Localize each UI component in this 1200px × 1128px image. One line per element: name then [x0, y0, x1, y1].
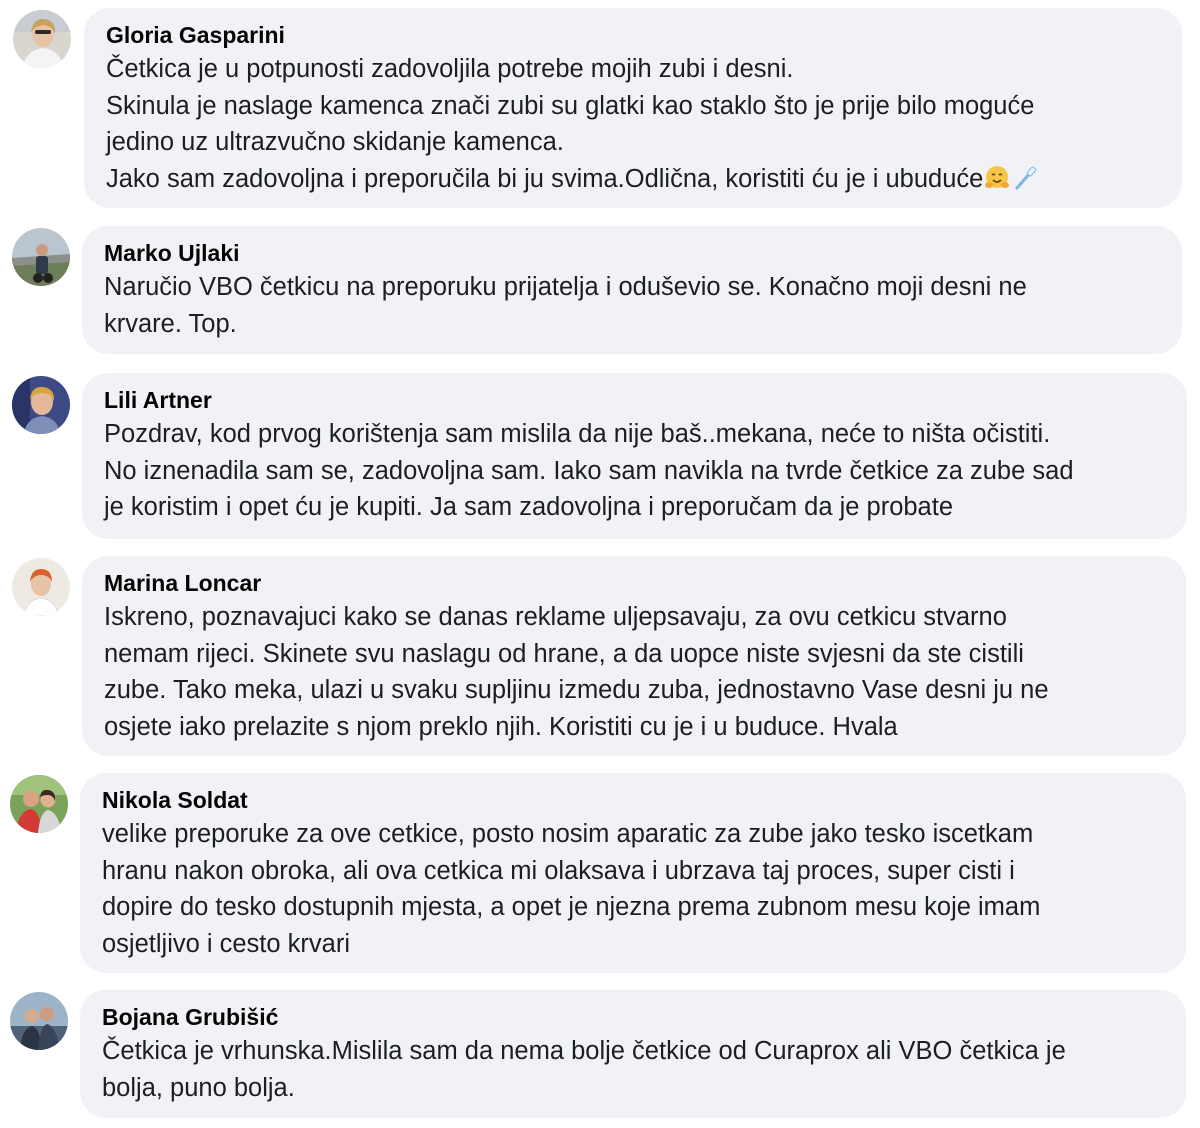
comment-text: Pozdrav, kod prvog korištenja sam mislil…	[104, 416, 1167, 526]
comment-line: hranu nakon obroka, ali ova cetkica mi o…	[102, 856, 1015, 885]
comment-line-with-emoji: Jako sam zadovoljna i preporučila bi ju …	[106, 161, 1162, 198]
comment-line: nemam rijeci. Skinete svu naslagu od hra…	[104, 639, 1024, 668]
comment-line: krvare. Top.	[104, 309, 237, 338]
comment-text: Četkica je vrhunska.Mislila sam da nema …	[102, 1033, 1166, 1106]
comment-author[interactable]: Gloria Gasparini	[106, 21, 1162, 49]
hugging-face-icon	[983, 164, 1011, 192]
avatar[interactable]	[12, 558, 70, 616]
comment-text: Četkica je u potpunosti zadovoljila potr…	[106, 51, 1162, 197]
avatar[interactable]	[10, 992, 68, 1050]
comment-line: dopire do tesko dostupnih mjesta, a opet…	[102, 893, 1041, 921]
comment-bubble: Gloria Gasparini Četkica je u potpunosti…	[84, 8, 1182, 208]
comment-line: Skinula je naslage kamenca znači zubi su…	[106, 91, 1035, 120]
comment-line: Četkica je vrhunska.Mislila sam da nema …	[102, 1037, 1066, 1065]
comment-line: zube. Tako meka, ulazi u svaku supljinu …	[104, 676, 1049, 704]
comment-author[interactable]: Marko Ujlaki	[104, 239, 1162, 267]
avatar[interactable]	[13, 10, 71, 68]
comment-line: Pozdrav, kod prvog korištenja sam mislil…	[104, 420, 1051, 448]
comment-line: Jako sam zadovoljna i preporučila bi ju …	[106, 164, 984, 193]
comment-line: Četkica je u potpunosti zadovoljila potr…	[106, 55, 794, 83]
comment-line: Iskreno, poznavajuci kako se danas rekla…	[104, 603, 1007, 631]
comment-bubble: Nikola Soldat velike preporuke za ove ce…	[80, 773, 1186, 973]
comment-bubble: Lili Artner Pozdrav, kod prvog korištenj…	[82, 373, 1187, 539]
comment-author[interactable]: Nikola Soldat	[102, 786, 1166, 814]
comment-bubble: Marina Loncar Iskreno, poznavajuci kako …	[82, 556, 1186, 756]
comment-author[interactable]: Bojana Grubišić	[102, 1003, 1166, 1031]
comment-line: bolja, puno bolja.	[102, 1073, 295, 1102]
toothbrush-icon	[1011, 164, 1039, 192]
comment-line: je koristim i opet ću je kupiti. Ja sam …	[104, 493, 954, 521]
comment-bubble: Bojana Grubišić Četkica je vrhunska.Misl…	[80, 990, 1186, 1118]
comment-line: jedino uz ultrazvučno skidanje kamenca.	[106, 128, 564, 156]
comment-text: Naručio VBO četkicu na preporuku prijate…	[104, 269, 1162, 342]
avatar[interactable]	[12, 228, 70, 286]
comment-line: No iznenadila sam se, zadovoljna sam. Ia…	[104, 456, 1074, 485]
comment-author[interactable]: Lili Artner	[104, 386, 1167, 414]
comment-bubble: Marko Ujlaki Naručio VBO četkicu na prep…	[82, 226, 1182, 354]
comment-text: velike preporuke za ove cetkice, posto n…	[102, 816, 1166, 962]
comment-line: osjete iako prelazite s njom preklo njih…	[104, 712, 898, 741]
comment-text: Iskreno, poznavajuci kako se danas rekla…	[104, 599, 1166, 745]
comment-author[interactable]: Marina Loncar	[104, 569, 1166, 597]
avatar[interactable]	[12, 376, 70, 434]
comment-line: velike preporuke za ove cetkice, posto n…	[102, 820, 1034, 848]
comment-line: Naručio VBO četkicu na preporuku prijate…	[104, 273, 1027, 301]
avatar[interactable]	[10, 775, 68, 833]
comment-line: osjetljivo i cesto krvari	[102, 929, 350, 958]
